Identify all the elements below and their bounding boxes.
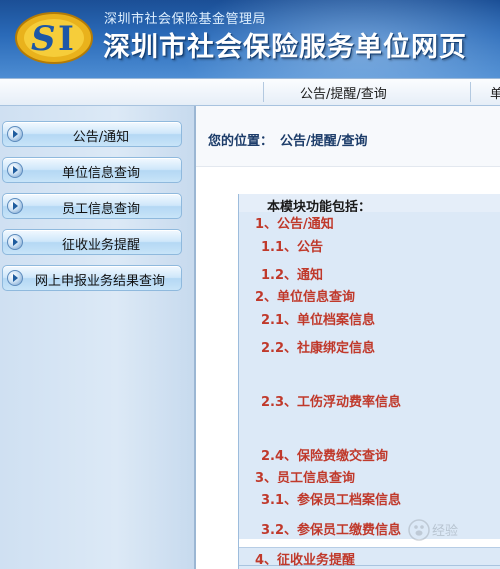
menu-divider	[470, 82, 471, 102]
svg-text:I: I	[58, 19, 74, 59]
item-text: 2.4、保险费缴交查询	[261, 449, 389, 464]
play-bullet-icon	[7, 198, 23, 214]
item-text: 1.2、通知	[261, 268, 324, 283]
sidebar-item-employee-info[interactable]: 员工信息查询	[2, 193, 182, 219]
site-header: S I 深圳市社会保险基金管理局 深圳市社会保险服务单位网页	[0, 0, 500, 78]
location-label: 您的位置：	[208, 134, 274, 149]
sidebar-item-label: 员工信息查询	[61, 202, 140, 217]
paw-icon	[408, 519, 430, 541]
top-menu-bar: 公告/提醒/查询 单	[0, 78, 500, 106]
menu-item-announcements[interactable]: 公告/提醒/查询	[300, 83, 387, 102]
item-text: 2.2、社康绑定信息	[261, 341, 376, 356]
svg-text:S: S	[31, 19, 56, 59]
table-row: 2.2、社康绑定信息	[239, 330, 500, 360]
table-row: 1.2、通知	[239, 257, 500, 287]
table-row: 2.4、保险费缴交查询	[239, 438, 500, 468]
section-heading: 4、征收业务提醒	[255, 553, 356, 568]
menu-divider	[263, 82, 264, 102]
sidebar-item-label: 网上申报业务结果查询	[34, 274, 165, 289]
watermark-text: 经验	[432, 524, 459, 539]
location-value: 公告/提醒/查询	[280, 134, 368, 149]
table-row: 1、公告/通知	[239, 212, 500, 232]
site-title: 深圳市社会保险服务单位网页	[103, 32, 467, 63]
sidebar: 公告/通知 单位信息查询 员工信息查询 征收业务提醒 网上申报业务结果查询	[0, 106, 196, 569]
function-table: 本模块功能包括： 1、公告/通知 1.1、公告 1.2、通知 2、单位信息查询 …	[238, 194, 500, 569]
watermark: 经验	[406, 517, 500, 543]
item-text: 2.1、单位档案信息	[261, 313, 376, 328]
play-bullet-icon	[7, 270, 23, 286]
sidebar-item-label: 公告/通知	[72, 130, 130, 145]
play-bullet-icon	[7, 234, 23, 250]
play-bullet-icon	[7, 126, 23, 142]
sidebar-item-unit-info[interactable]: 单位信息查询	[2, 157, 182, 183]
table-row: 4、征收业务提醒	[239, 548, 500, 568]
sidebar-item-label: 征收业务提醒	[61, 238, 140, 253]
table-row: 3、员工信息查询	[239, 466, 500, 486]
table-row: 3.1、参保员工档案信息	[239, 483, 500, 513]
table-row: 2、单位信息查询	[239, 285, 500, 305]
item-text: 1.1、公告	[261, 240, 324, 255]
sidebar-item-online-filing-results[interactable]: 网上申报业务结果查询	[2, 265, 182, 291]
sidebar-item-announcements[interactable]: 公告/通知	[2, 121, 182, 147]
main-content: 您的位置： 公告/提醒/查询 本模块功能包括： 1、公告/通知 1.1、公告 1…	[196, 106, 500, 569]
sidebar-item-label: 单位信息查询	[61, 166, 140, 181]
play-bullet-icon	[7, 162, 23, 178]
table-row: 2.1、单位档案信息	[239, 302, 500, 332]
table-row: 1.1、公告	[239, 229, 500, 259]
menu-item-unit[interactable]: 单	[490, 83, 500, 102]
sidebar-item-collection-reminder[interactable]: 征收业务提醒	[2, 229, 182, 255]
item-text: 2.3、工伤浮动费率信息	[261, 395, 402, 410]
table-row: 2.3、工伤浮动费率信息	[239, 358, 500, 440]
table-title-row: 本模块功能包括：	[239, 194, 500, 215]
si-logo-icon: S I	[15, 12, 93, 64]
item-text: 3.2、参保员工缴费信息	[261, 523, 402, 538]
item-text: 3.1、参保员工档案信息	[261, 493, 402, 508]
location-bar: 您的位置： 公告/提醒/查询	[196, 106, 500, 167]
